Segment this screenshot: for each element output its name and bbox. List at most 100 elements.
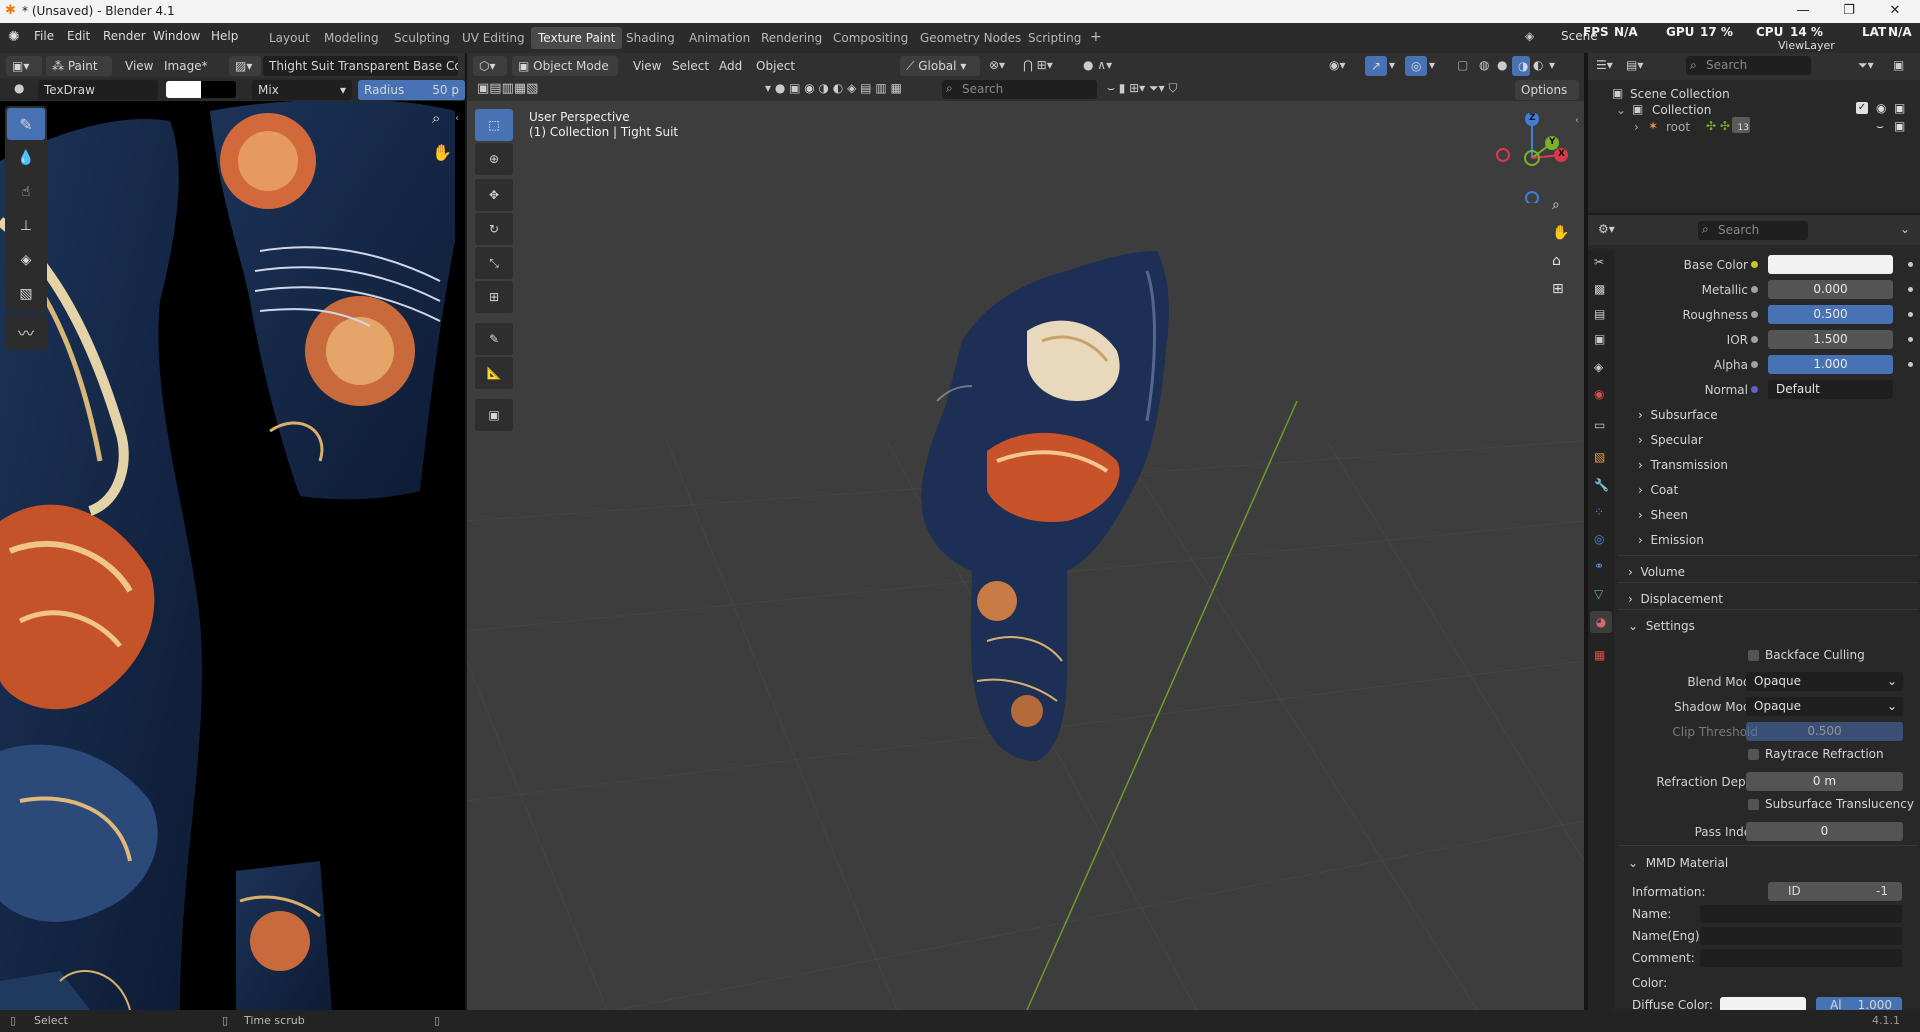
editor-type-3d-icon[interactable]: ⬡▾ <box>473 56 507 76</box>
clip-threshold-field[interactable]: 0.500 <box>1746 722 1903 741</box>
pivot-icon[interactable]: ⊗▾ <box>989 58 1005 72</box>
new-collection-icon[interactable]: ▣ <box>1893 58 1904 72</box>
3d-viewport[interactable]: User Perspective (1) Collection | Tight … <box>467 101 1584 1010</box>
menu-window[interactable]: Window <box>153 29 200 43</box>
maximize-button[interactable]: ❐ <box>1826 1 1872 22</box>
sidebar-toggle-icon[interactable]: ‹ <box>455 113 459 124</box>
filter-options-icons[interactable]: ⌣ ▮ ⊞▾ ⏷▾ ⛉ <box>1107 81 1177 96</box>
material-shading-icon[interactable]: ◑ <box>1512 56 1530 76</box>
render-tab-icon[interactable]: ▩ <box>1594 282 1605 296</box>
scene-tab-icon[interactable]: ◈ <box>1594 360 1603 374</box>
paint-mode-dropdown[interactable]: ⁂ Paint ▾ <box>46 56 112 93</box>
mask-tool[interactable]: ▧ <box>7 278 45 310</box>
tool-tab-icon[interactable]: ✂ <box>1594 255 1604 269</box>
socket-icon[interactable] <box>1751 261 1758 268</box>
menu-help[interactable]: Help <box>211 29 238 43</box>
snap-icon[interactable]: ⋂ ⊞▾ <box>1023 58 1053 72</box>
alpha-field[interactable]: 1.000 <box>1768 355 1893 374</box>
subsurface-translucency-checkbox[interactable]: Subsurface Translucency <box>1748 797 1914 811</box>
normal-field[interactable]: Default <box>1768 380 1893 399</box>
tab-layout[interactable]: Layout <box>262 27 317 49</box>
raytrace-refraction-checkbox[interactable]: Raytrace Refraction <box>1748 747 1884 761</box>
world-tab-icon[interactable]: ◉ <box>1594 387 1604 401</box>
select-box-tool[interactable]: ⬚ <box>475 109 513 141</box>
close-button[interactable]: ✕ <box>1872 1 1918 22</box>
viewport-pan-hand-icon[interactable]: ✋ <box>1552 225 1569 241</box>
ortho-toggle-icon[interactable]: ⊞ <box>1552 281 1564 297</box>
image-browse-icon[interactable]: ▨▾ <box>229 56 261 76</box>
tab-rendering[interactable]: Rendering <box>754 27 829 49</box>
backface-culling-checkbox[interactable]: Backface Culling <box>1748 648 1865 662</box>
properties-search-input[interactable]: Search <box>1698 221 1808 240</box>
roughness-field[interactable]: 0.500 <box>1768 305 1893 324</box>
view-layer-tab-icon[interactable]: ▣ <box>1594 332 1605 346</box>
shadow-mode-dropdown[interactable]: Opaque ⌄ <box>1746 697 1903 716</box>
image-editor-canvas[interactable]: ✎ 💧 ☝ ⊥ ◈ ▧ 〰 ⌕ ✋ ‹ <box>0 101 465 1010</box>
image-menu-view[interactable]: View <box>125 59 153 73</box>
volume-panel-header[interactable]: › Volume <box>1628 565 1685 579</box>
socket-icon[interactable] <box>1751 361 1758 368</box>
overlays-dropdown-icon[interactable]: ▾ <box>1429 58 1435 72</box>
xray-icon[interactable]: ▢ <box>1457 58 1468 72</box>
fill-tool[interactable]: ◈ <box>7 244 45 276</box>
socket-icon[interactable] <box>1751 386 1758 393</box>
emission-subsection[interactable]: › Emission <box>1638 533 1704 547</box>
tab-geometry-nodes[interactable]: Geometry Nodes <box>913 27 1028 49</box>
tab-uv-editing[interactable]: UV Editing <box>455 27 532 49</box>
coat-subsection[interactable]: › Coat <box>1638 483 1678 497</box>
outliner-editor-icon[interactable]: ☰▾ <box>1596 58 1613 72</box>
object-tab-icon[interactable]: ▧ <box>1594 450 1605 464</box>
blend-mode-dropdown[interactable]: Mix ▾ <box>252 80 352 100</box>
settings-panel-header[interactable]: ⌄ Settings <box>1628 619 1695 633</box>
refraction-depth-field[interactable]: 0 m <box>1746 772 1903 791</box>
properties-options-icon[interactable]: ⌄ <box>1900 222 1910 236</box>
scene-collection-label[interactable]: Scene Collection <box>1630 87 1730 101</box>
viewport-sidebar-toggle[interactable]: ‹ <box>1575 115 1579 126</box>
measure-tool[interactable]: 📐 <box>475 357 513 389</box>
texture-tab-icon[interactable]: ▦ <box>1594 648 1605 662</box>
displacement-panel-header[interactable]: › Displacement <box>1628 592 1723 606</box>
transform-tool[interactable]: ⊞ <box>475 281 513 313</box>
minimize-button[interactable]: — <box>1780 1 1826 22</box>
material-tab-icon[interactable]: ◕ <box>1590 611 1612 633</box>
shading-dropdown-icon[interactable]: ▾ <box>1549 58 1555 72</box>
selection-mode-icons[interactable]: ▣▤▥▦▧ <box>477 81 538 96</box>
viewport-menu-select[interactable]: Select <box>672 59 709 73</box>
add-cube-tool[interactable]: ▣ <box>475 399 513 431</box>
mmd-name-eng-input[interactable] <box>1700 927 1902 945</box>
tab-scripting[interactable]: Scripting <box>1021 27 1088 49</box>
specular-subsection[interactable]: › Specular <box>1638 433 1703 447</box>
image-menu-image[interactable]: Image* <box>164 59 208 73</box>
smear-tool[interactable]: ☝ <box>7 176 45 208</box>
proportional-edit-icon[interactable]: ● ∧▾ <box>1083 58 1112 72</box>
gizmo-toggle-icon[interactable]: ↗ <box>1365 56 1387 76</box>
visibility-icon[interactable]: ◉▾ <box>1329 58 1346 72</box>
image-name-field[interactable]: Thight Suit Transparent Base Color <box>263 56 458 76</box>
soften-tool[interactable]: 💧 <box>7 142 45 174</box>
rendered-shading-icon[interactable]: ◐ <box>1533 58 1543 72</box>
tab-shading[interactable]: Shading <box>619 27 682 49</box>
move-tool[interactable]: ✥ <box>475 179 513 211</box>
gizmo-dropdown-icon[interactable]: ▾ <box>1389 58 1395 72</box>
base-color-swatch[interactable] <box>1768 255 1893 274</box>
outliner-filter-icon[interactable]: ⏷▾ <box>1858 58 1874 73</box>
outliner-search-input[interactable]: Search <box>1686 56 1811 75</box>
physics-tab-icon[interactable]: ◎ <box>1594 532 1604 546</box>
mmd-material-panel-header[interactable]: ⌄ MMD Material <box>1628 856 1728 870</box>
annotate-tool-3d[interactable]: ✎ <box>475 323 513 355</box>
keyframe-dot[interactable] <box>1908 337 1913 342</box>
mmd-name-input[interactable] <box>1700 905 1902 923</box>
subsurface-subsection[interactable]: › Subsurface <box>1638 408 1718 422</box>
wireframe-shading-icon[interactable]: ◍ <box>1479 58 1489 72</box>
keyframe-dot[interactable] <box>1908 362 1913 367</box>
tab-modeling[interactable]: Modeling <box>317 27 386 49</box>
tab-compositing[interactable]: Compositing <box>826 27 915 49</box>
mmd-id-field[interactable]: ID -1 <box>1768 882 1902 901</box>
particles-tab-icon[interactable]: ⁘ <box>1594 505 1604 519</box>
pass-index-field[interactable]: 0 <box>1746 822 1903 841</box>
editor-type-image-icon[interactable]: ▣▾ <box>6 56 42 76</box>
transmission-subsection[interactable]: › Transmission <box>1638 458 1728 472</box>
sheen-subsection[interactable]: › Sheen <box>1638 508 1688 522</box>
metallic-field[interactable]: 0.000 <box>1768 280 1893 299</box>
root-label[interactable]: root <box>1666 120 1690 134</box>
